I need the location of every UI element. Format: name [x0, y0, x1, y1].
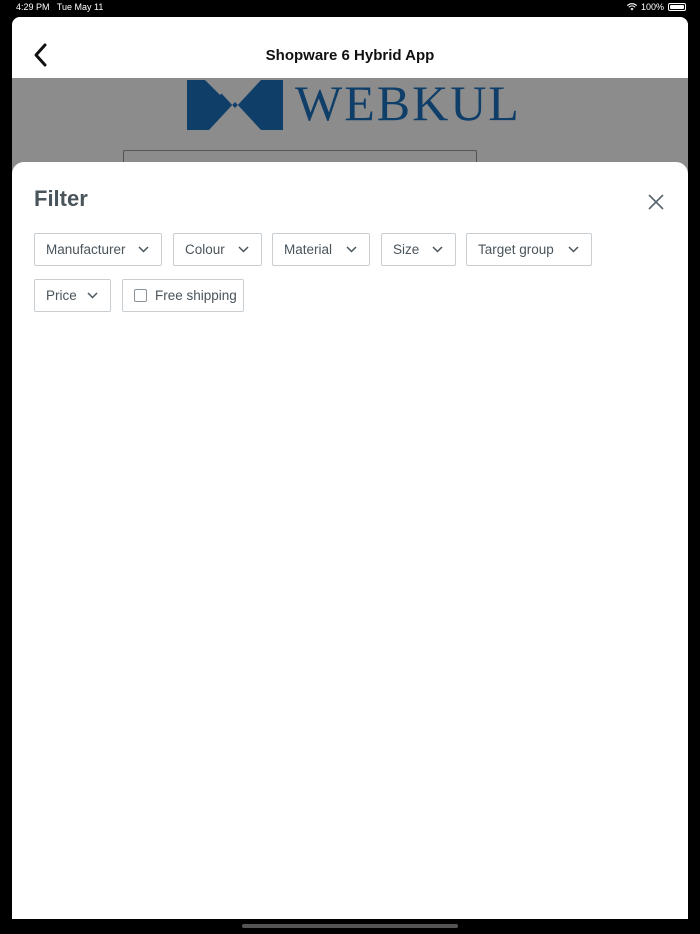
filter-price-label: Price	[46, 288, 77, 303]
filter-size-label: Size	[393, 242, 420, 257]
status-bar: 4:29 PM Tue May 11 100%	[0, 0, 700, 16]
close-icon[interactable]	[646, 192, 666, 212]
chevron-down-icon	[87, 292, 98, 299]
app-window: Shopware 6 Hybrid App WEBKUL Filter Manu…	[12, 17, 688, 919]
home-indicator	[242, 924, 458, 928]
nav-title: Shopware 6 Hybrid App	[265, 47, 435, 64]
status-time: 4:29 PM Tue May 11	[16, 2, 103, 12]
status-time-text: 4:29 PM	[16, 2, 50, 12]
filter-material-dropdown[interactable]: Material	[272, 233, 370, 266]
filter-colour-label: Colour	[185, 242, 225, 257]
filter-target-group-dropdown[interactable]: Target group	[466, 233, 592, 266]
chevron-down-icon	[568, 246, 579, 253]
status-date-text: Tue May 11	[56, 2, 104, 12]
filter-manufacturer-dropdown[interactable]: Manufacturer	[34, 233, 162, 266]
filter-target-group-label: Target group	[478, 242, 554, 257]
battery-percent: 100%	[640, 2, 664, 12]
filter-sheet: Filter Manufacturer Colour Material Size…	[12, 162, 688, 919]
battery-icon	[668, 3, 686, 11]
chevron-down-icon	[346, 246, 357, 253]
filter-price-dropdown[interactable]: Price	[34, 279, 111, 312]
filter-manufacturer-label: Manufacturer	[46, 242, 126, 257]
checkbox-icon[interactable]	[134, 289, 147, 302]
filter-free-shipping-toggle[interactable]: Free shipping	[122, 279, 244, 312]
filter-free-shipping-label: Free shipping	[155, 288, 237, 303]
filter-title: Filter	[34, 186, 88, 211]
chevron-down-icon	[138, 246, 149, 253]
status-indicators: 100%	[626, 2, 686, 12]
filter-colour-dropdown[interactable]: Colour	[173, 233, 262, 266]
chevron-down-icon	[432, 246, 443, 253]
filter-material-label: Material	[284, 242, 333, 257]
wifi-icon	[626, 3, 637, 11]
navigation-bar: Shopware 6 Hybrid App	[12, 17, 688, 78]
chevron-down-icon	[238, 246, 249, 253]
filter-size-dropdown[interactable]: Size	[381, 233, 456, 266]
